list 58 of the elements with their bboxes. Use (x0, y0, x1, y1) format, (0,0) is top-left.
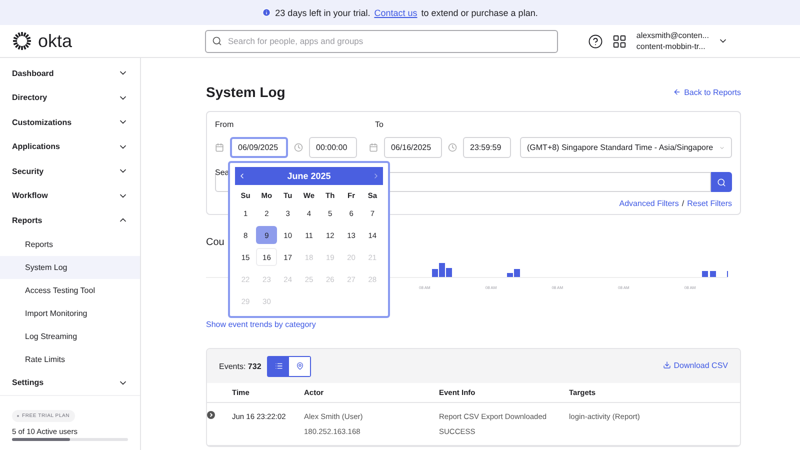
time-field[interactable]: 00:00:00 (309, 137, 357, 158)
help-icon[interactable] (588, 34, 604, 48)
event-trends-link[interactable]: Show event trends by category (206, 320, 316, 329)
search-button[interactable] (711, 172, 732, 192)
logo-icon (12, 31, 32, 51)
nav-item[interactable]: Workflow (0, 184, 140, 208)
map-view-button[interactable] (289, 356, 310, 376)
nav-subitem[interactable]: Import Monitoring (0, 302, 140, 324)
to-label: To (375, 120, 384, 129)
apps-grid-icon[interactable] (612, 34, 628, 48)
nav-item[interactable]: Directory (0, 86, 140, 110)
calendar-icon (215, 143, 224, 152)
calendar-icon (369, 143, 378, 152)
download-csv-link[interactable]: Download CSV (662, 360, 728, 372)
search-icon (717, 178, 726, 186)
download-icon (662, 361, 671, 370)
trial-text: 23 days left in your trial. (275, 8, 370, 18)
search-icon (212, 36, 222, 46)
time-field[interactable]: 23:59:59 (463, 137, 511, 158)
info-icon (262, 8, 272, 17)
advanced-filters-link[interactable]: Advanced Filters (619, 199, 679, 208)
previous-month-icon[interactable] (238, 172, 246, 180)
map-pin-icon (296, 362, 304, 370)
page-title: System Log (206, 84, 286, 100)
events-count: Events: 732 (219, 362, 262, 370)
logo-text: okta (38, 30, 72, 52)
user-email: alexsmith@conten... (636, 30, 709, 41)
date-field[interactable]: 06/09/2025 (230, 137, 288, 158)
back-link[interactable]: Back to Reports (673, 83, 741, 101)
nav-item[interactable]: Dashboard (0, 61, 140, 86)
nav-item[interactable]: Reports (0, 208, 140, 232)
nav-item[interactable]: Settings (0, 370, 140, 395)
nav-item[interactable]: Security (0, 159, 140, 184)
next-month-icon[interactable] (372, 172, 380, 180)
month-title: June 2025 (287, 171, 331, 181)
nav-subitem[interactable]: Rate Limits (0, 348, 140, 370)
clock-icon (448, 143, 457, 152)
list-view-button[interactable] (268, 356, 290, 376)
arrow-left-icon (673, 88, 682, 96)
nav-subitem[interactable]: Log Streaming (0, 324, 140, 348)
contact-link[interactable]: Contact us (374, 8, 418, 18)
nav-subitem[interactable]: System Log (0, 256, 140, 278)
reset-filters-link[interactable]: Reset Filters (687, 199, 732, 208)
trial-text: to extend or purchase a plan. (421, 8, 538, 18)
caret-icon (719, 144, 725, 150)
nav-item[interactable]: Customizations (0, 110, 140, 134)
separator-text: / (682, 199, 684, 208)
clock-icon (294, 143, 303, 152)
nav-subitem[interactable]: Access Testing Tool (0, 278, 140, 302)
section-title: Cou (206, 237, 224, 248)
timezone-select[interactable]: (GMT+8) Singapore Standard Time - Asia/Singapore (520, 137, 732, 158)
user-org: content-mobbin-tr... (636, 41, 706, 52)
nav-subitem[interactable]: Reports (0, 232, 140, 256)
from-label: From (215, 120, 235, 129)
list-icon (274, 362, 283, 370)
nav-item[interactable]: Applications (0, 134, 140, 159)
date-field[interactable]: 06/16/2025 (384, 137, 442, 158)
expand-row-icon[interactable] (207, 411, 215, 419)
